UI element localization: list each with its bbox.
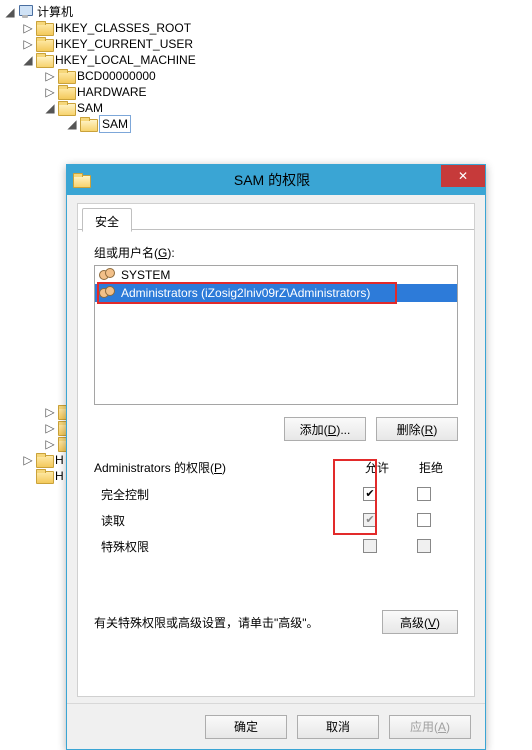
expand-icon[interactable]: ▷ — [44, 406, 56, 418]
collapse-icon[interactable]: ◢ — [4, 6, 16, 18]
expand-icon[interactable]: ▷ — [22, 38, 34, 50]
tree-item-sam-child[interactable]: ◢ SAM — [4, 116, 532, 132]
tree-label: HARDWARE — [77, 84, 147, 100]
allow-column-header: 允许 — [350, 459, 404, 476]
tree-label: H — [55, 468, 64, 484]
tree-root-computer[interactable]: ◢ 计算机 — [4, 4, 532, 20]
folder-icon — [36, 37, 52, 51]
close-button[interactable]: ✕ — [441, 165, 485, 187]
expand-icon[interactable]: ▷ — [22, 22, 34, 34]
tree-label: BCD00000000 — [77, 68, 156, 84]
expand-icon[interactable]: ▷ — [44, 438, 56, 450]
dialog-footer: 确定 取消 应用(A) — [67, 703, 485, 749]
tree-label: H — [55, 452, 64, 468]
users-icon — [99, 268, 117, 282]
apply-button[interactable]: 应用(A) — [389, 715, 471, 739]
checkbox-allow-special — [363, 539, 377, 553]
folder-open-icon — [36, 53, 52, 67]
ok-button[interactable]: 确定 — [205, 715, 287, 739]
tab-security[interactable]: 安全 — [82, 208, 132, 232]
users-icon — [99, 286, 117, 300]
tree-item-hklm[interactable]: ◢ HKEY_LOCAL_MACHINE — [4, 52, 532, 68]
perm-name: 完全控制 — [101, 486, 343, 503]
tab-label: 安全 — [95, 215, 119, 229]
remove-button[interactable]: 删除(R) — [376, 417, 458, 441]
tree-label: HKEY_CURRENT_USER — [55, 36, 193, 52]
user-name: SYSTEM — [121, 268, 170, 282]
permissions-for-label: Administrators 的权限(P) — [94, 459, 350, 476]
user-row-system[interactable]: SYSTEM — [95, 266, 457, 284]
user-row-administrators[interactable]: Administrators (iZosig2lniv09rZ\Administ… — [95, 284, 457, 302]
advanced-button[interactable]: 高级(V) — [382, 610, 458, 634]
folder-icon — [58, 69, 74, 83]
users-listbox[interactable]: SYSTEM Administrators (iZosig2lniv09rZ\A… — [94, 265, 458, 405]
perm-name: 特殊权限 — [101, 538, 343, 555]
permissions-table: 完全控制 ✔ 读取 ✔ 特殊权限 — [94, 480, 458, 560]
dialog-title: SAM 的权限 — [95, 170, 449, 190]
computer-icon — [18, 5, 34, 19]
tab-strip: 安全 — [78, 204, 474, 230]
folder-open-icon — [58, 101, 74, 115]
tree-item-hkcr[interactable]: ▷ HKEY_CLASSES_ROOT — [4, 20, 532, 36]
perm-row-special: 特殊权限 — [95, 533, 457, 559]
folder-icon — [58, 85, 74, 99]
perm-name: 读取 — [101, 512, 343, 529]
tree-label: SAM — [77, 100, 103, 116]
cancel-button[interactable]: 取消 — [297, 715, 379, 739]
tree-item-bcd[interactable]: ▷ BCD00000000 — [4, 68, 532, 84]
perm-row-full-control: 完全控制 ✔ — [95, 481, 457, 507]
dialog-titlebar[interactable]: SAM 的权限 ✕ — [67, 165, 485, 195]
folder-open-icon — [73, 173, 89, 187]
tree-label: 计算机 — [37, 4, 73, 20]
advanced-note: 有关特殊权限或高级设置，请单击"高级"。 — [94, 614, 382, 631]
expand-icon[interactable]: ▷ — [44, 70, 56, 82]
user-name: Administrators (iZosig2lniv09rZ\Administ… — [121, 286, 370, 300]
checkbox-deny-special — [417, 539, 431, 553]
checkbox-deny-full[interactable] — [417, 487, 431, 501]
close-icon: ✕ — [458, 169, 468, 183]
group-or-users-label: 组或用户名(G): — [94, 244, 458, 261]
folder-open-icon — [80, 117, 96, 131]
dialog-body: 安全 组或用户名(G): SYSTEM Administrators (iZos… — [77, 203, 475, 697]
tree-label: HKEY_LOCAL_MACHINE — [55, 52, 196, 68]
folder-icon — [36, 469, 52, 483]
tree-item-hkcu[interactable]: ▷ HKEY_CURRENT_USER — [4, 36, 532, 52]
expand-icon[interactable]: ▷ — [44, 86, 56, 98]
perm-row-read: 读取 ✔ — [95, 507, 457, 533]
checkbox-allow-full[interactable]: ✔ — [363, 487, 377, 501]
checkbox-allow-read[interactable]: ✔ — [363, 513, 377, 527]
checkbox-deny-read[interactable] — [417, 513, 431, 527]
expand-icon[interactable]: ▷ — [22, 454, 34, 466]
expand-icon[interactable]: ▷ — [44, 422, 56, 434]
permissions-dialog: SAM 的权限 ✕ 安全 组或用户名(G): SYSTEM Admi — [66, 164, 486, 750]
collapse-icon[interactable]: ◢ — [66, 118, 78, 130]
tree-item-sam[interactable]: ◢ SAM — [4, 100, 532, 116]
add-button[interactable]: 添加(D)... — [284, 417, 366, 441]
deny-column-header: 拒绝 — [404, 459, 458, 476]
tree-label: HKEY_CLASSES_ROOT — [55, 20, 191, 36]
folder-icon — [36, 453, 52, 467]
folder-icon — [36, 21, 52, 35]
collapse-icon[interactable]: ◢ — [44, 102, 56, 114]
tree-item-hardware[interactable]: ▷ HARDWARE — [4, 84, 532, 100]
tree-label-selected: SAM — [99, 115, 131, 133]
collapse-icon[interactable]: ◢ — [22, 54, 34, 66]
